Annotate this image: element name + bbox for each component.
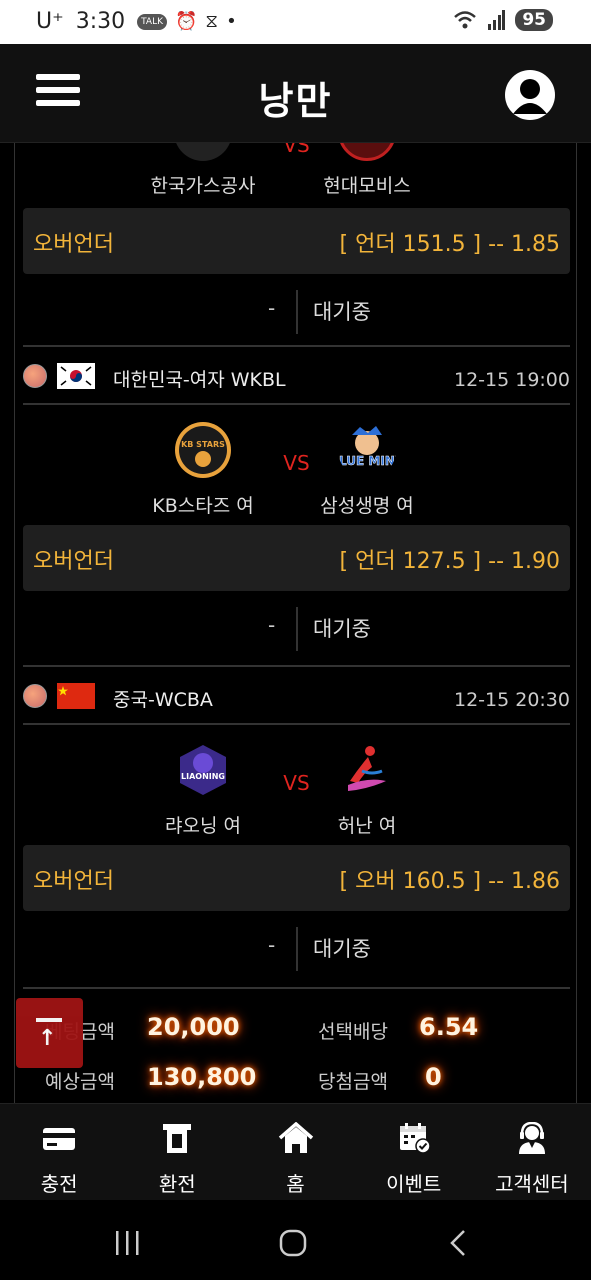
score: -	[268, 296, 276, 320]
mixer-icon: ⧖	[205, 11, 219, 32]
score: -	[268, 933, 276, 957]
home-team-name: 한국가스공사	[150, 175, 256, 197]
profile-avatar-icon[interactable]	[505, 70, 555, 120]
status-bar: U⁺ 3:30 TALK ⏰ ⧖ • 95	[0, 0, 591, 44]
recent-apps-icon[interactable]	[114, 1230, 142, 1256]
win-amount-value: 0	[425, 1063, 442, 1091]
match-card: 중국-WCBA 12-15 20:30 LIAONING 랴오닝 여 VS 허난…	[23, 665, 570, 989]
away-team-logo-icon	[338, 143, 396, 161]
nav-label: 홈	[286, 1172, 305, 1196]
home-icon	[278, 1121, 313, 1153]
selected-odds-label: 선택배당	[318, 1021, 388, 1043]
status-label: 대기중	[313, 937, 371, 961]
over-under-bar[interactable]: 오버언더 [ 언더 127.5 ] -- 1.90	[23, 525, 570, 591]
over-under-bar[interactable]: 오버언더 [ 오버 160.5 ] -- 1.86	[23, 845, 570, 911]
nav-item-withdraw[interactable]: 환전	[118, 1104, 236, 1200]
svg-text:KB STARS: KB STARS	[181, 440, 225, 449]
expected-amount-label: 예상금액	[45, 1071, 115, 1093]
nav-item-home[interactable]: 홈	[236, 1104, 354, 1200]
nav-item-deposit[interactable]: 충전	[0, 1104, 118, 1200]
home-team-name: 랴오닝 여	[165, 815, 241, 837]
bet-summary: 베팅금액 20,000 선택배당 6.54 예상금액 130,800 당첨금액 …	[23, 995, 570, 1103]
svg-text:BLUE MINX: BLUE MINX	[338, 454, 396, 468]
selected-odds: [ 오버 160.5 ] -- 1.86	[339, 869, 560, 894]
bottom-nav: 충전 환전 홈 이벤트 고객센터	[0, 1103, 591, 1200]
china-flag-icon	[57, 683, 95, 709]
match-time: 12-15 20:30	[453, 689, 570, 711]
nav-label: 환전	[158, 1172, 196, 1196]
korea-flag-icon	[57, 363, 95, 389]
alarm-icon: ⏰	[175, 11, 198, 32]
win-amount-label: 당첨금액	[318, 1071, 388, 1093]
home-circle-icon[interactable]	[279, 1229, 307, 1257]
match-time: 12-15 19:00	[453, 369, 570, 391]
match-card: 대한민국-여자 WKBL 12-15 19:00 KB STARS KB스타즈 …	[23, 345, 570, 667]
match-card: 한국가스공사 VS 현대모비스 오버언더 [ 언더 151.5 ] -- 1.8…	[23, 143, 570, 350]
match-status: - 대기중	[23, 591, 570, 667]
nav-label: 충전	[40, 1172, 78, 1196]
wifi-icon	[454, 11, 477, 29]
carrier-label: U⁺	[36, 9, 64, 34]
status-label: 대기중	[313, 617, 371, 641]
card-icon	[43, 1128, 76, 1150]
away-team-name: 허난 여	[337, 815, 397, 837]
bet-slip-list[interactable]: 한국가스공사 VS 현대모비스 오버언더 [ 언더 151.5 ] -- 1.8…	[14, 143, 577, 1103]
market-label: 오버언더	[33, 549, 114, 574]
nav-item-support[interactable]: 고객센터	[473, 1104, 591, 1200]
away-team[interactable]: 현대모비스	[287, 143, 447, 198]
atm-icon	[163, 1124, 192, 1153]
league-name: 대한민국-여자 WKBL	[113, 369, 286, 391]
selected-odds-value: 6.54	[419, 1013, 479, 1041]
app-header: 낭만	[0, 44, 591, 143]
away-team-name: 삼성생명 여	[320, 495, 414, 517]
status-label: 대기중	[313, 300, 371, 324]
league-row: 대한민국-여자 WKBL 12-15 19:00	[23, 347, 570, 403]
selected-odds: [ 언더 127.5 ] -- 1.90	[339, 549, 560, 574]
selected-odds: [ 언더 151.5 ] -- 1.85	[339, 232, 560, 257]
league-row: 중국-WCBA 12-15 20:30	[23, 667, 570, 723]
henan-logo-icon	[348, 746, 386, 791]
signal-icon	[488, 10, 506, 30]
over-under-bar[interactable]: 오버언더 [ 언더 151.5 ] -- 1.85	[23, 208, 570, 274]
back-icon[interactable]	[448, 1229, 468, 1257]
app-logo[interactable]: 낭만	[0, 70, 591, 125]
system-nav-bar	[0, 1200, 591, 1280]
headset-icon	[518, 1121, 545, 1154]
score: -	[268, 613, 276, 637]
bet-amount-value: 20,000	[147, 1013, 240, 1041]
away-team-name: 현대모비스	[323, 175, 411, 197]
match-status: - 대기중	[23, 274, 570, 350]
away-team[interactable]: BLUE MINX 삼성생명 여	[287, 421, 447, 518]
market-label: 오버언더	[33, 232, 114, 257]
away-team[interactable]: 허난 여	[287, 741, 447, 838]
home-team-name: KB스타즈 여	[152, 495, 254, 517]
battery-indicator: 95	[515, 9, 553, 31]
nav-item-event[interactable]: 이벤트	[355, 1104, 473, 1200]
arrow-up-icon: ↑	[38, 1026, 57, 1051]
calendar-icon	[399, 1123, 431, 1154]
match-status: - 대기중	[23, 911, 570, 987]
nav-label: 고객센터	[495, 1172, 569, 1196]
clock: 3:30	[75, 9, 126, 34]
expected-amount-value: 130,800	[147, 1063, 257, 1091]
nav-label: 이벤트	[386, 1172, 442, 1196]
kakaotalk-icon: TALK	[137, 13, 167, 30]
league-name: 중국-WCBA	[113, 689, 213, 711]
scroll-to-top-button[interactable]: ↑	[16, 998, 83, 1068]
market-label: 오버언더	[33, 869, 114, 894]
basketball-icon	[23, 364, 47, 388]
blue-minx-logo-icon: BLUE MINX	[330, 426, 405, 468]
basketball-icon	[23, 684, 47, 708]
notification-dot-icon: •	[226, 11, 237, 32]
